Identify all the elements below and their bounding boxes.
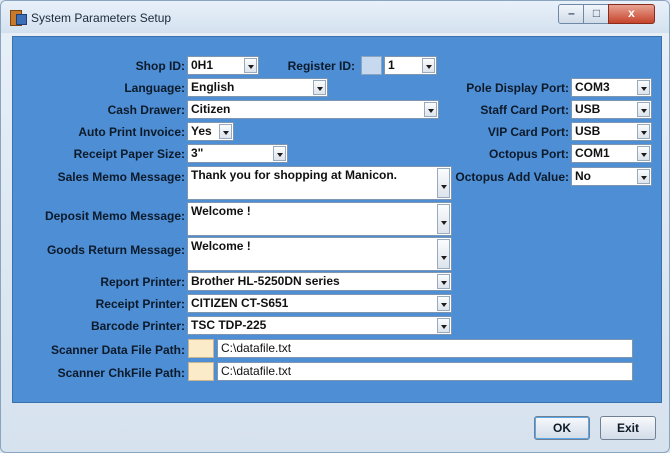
chevron-down-icon[interactable] (313, 80, 326, 95)
auto-print-invoice-label: Auto Print Invoice: (78, 125, 185, 139)
chevron-down-icon[interactable] (637, 102, 650, 117)
shop-id-value: 0H1 (191, 58, 214, 72)
register-id-label: Register ID: (287, 59, 355, 73)
exit-button[interactable]: Exit (600, 416, 656, 440)
title-bar[interactable]: System Parameters Setup – □ x (1, 1, 669, 33)
barcode-printer-value: TSC TDP-225 (191, 318, 267, 332)
system-parameters-window: System Parameters Setup – □ x Shop ID: 0… (0, 0, 670, 453)
close-button[interactable]: x (608, 4, 655, 24)
octopus-add-value-select[interactable]: No (571, 167, 652, 186)
pole-display-port-select[interactable]: COM3 (571, 78, 652, 97)
report-printer-value: Brother HL-5250DN series (191, 274, 340, 288)
barcode-printer-select[interactable]: TSC TDP-225 (187, 316, 452, 335)
chevron-down-icon[interactable] (422, 58, 435, 73)
receipt-printer-select[interactable]: CITIZEN CT-S651 (187, 294, 452, 313)
close-icon: x (628, 6, 635, 20)
ok-button[interactable]: OK (534, 416, 590, 440)
octopus-port-select[interactable]: COM1 (571, 144, 652, 163)
maximize-button[interactable]: □ (583, 4, 610, 24)
chevron-down-icon[interactable] (637, 169, 650, 184)
receipt-printer-label: Receipt Printer: (95, 297, 185, 311)
scanner-chk-path-input[interactable]: C:\datafile.txt (217, 362, 633, 381)
staff-card-port-label: Staff Card Port: (480, 103, 569, 117)
register-id-swatch[interactable] (361, 56, 382, 75)
chevron-down-icon[interactable] (219, 124, 232, 139)
cash-drawer-label: Cash Drawer: (107, 103, 185, 117)
octopus-add-value-label: Octopus Add Value: (455, 170, 569, 184)
vip-card-port-label: VIP Card Port: (487, 125, 569, 139)
scanner-data-path-label: Scanner Data File Path: (50, 343, 185, 357)
cash-drawer-select[interactable]: Citizen (187, 100, 439, 119)
auto-print-invoice-select[interactable]: Yes (187, 122, 234, 141)
goods-return-label: Goods Return Message: (46, 243, 185, 257)
pole-display-port-label: Pole Display Port: (466, 81, 569, 95)
app-icon (10, 10, 27, 26)
deposit-memo-label: Deposit Memo Message: (44, 209, 185, 223)
octopus-port-label: Octopus Port: (489, 147, 569, 161)
vip-card-port-value: USB (575, 124, 601, 138)
receipt-paper-size-value: 3" (191, 146, 204, 160)
report-printer-select[interactable]: Brother HL-5250DN series (187, 272, 452, 291)
auto-print-invoice-value: Yes (191, 124, 212, 138)
chevron-down-icon[interactable] (244, 58, 257, 73)
octopus-port-value: COM1 (575, 146, 610, 160)
shop-id-label: Shop ID: (135, 59, 185, 73)
chevron-down-icon[interactable] (637, 80, 650, 95)
caption-buttons: – □ x (558, 4, 660, 24)
chevron-down-icon[interactable] (424, 102, 437, 117)
sales-memo-textarea[interactable]: Thank you for shopping at Manicon. (187, 166, 452, 200)
octopus-add-value-value: No (575, 169, 591, 183)
window-title: System Parameters Setup (31, 11, 172, 25)
scanner-chk-path-label: Scanner ChkFile Path: (57, 366, 185, 380)
chevron-down-icon[interactable] (437, 204, 450, 234)
staff-card-port-value: USB (575, 102, 601, 116)
receipt-printer-value: CITIZEN CT-S651 (191, 296, 289, 310)
settings-panel: Shop ID: 0H1 Register ID: 1 Language: En… (12, 36, 662, 403)
chevron-down-icon[interactable] (437, 239, 450, 269)
chevron-down-icon[interactable] (637, 124, 650, 139)
deposit-memo-textarea[interactable]: Welcome ! (187, 202, 452, 236)
deposit-memo-value: Welcome ! (191, 204, 251, 218)
minimize-icon: – (568, 6, 575, 20)
pole-display-port-value: COM3 (575, 80, 610, 94)
chevron-down-icon[interactable] (437, 318, 450, 333)
language-value: English (191, 80, 235, 94)
register-id-value: 1 (388, 58, 395, 72)
shop-id-select[interactable]: 0H1 (187, 56, 259, 75)
report-printer-label: Report Printer: (100, 275, 185, 289)
vip-card-port-select[interactable]: USB (571, 122, 652, 141)
chevron-down-icon[interactable] (437, 274, 450, 289)
scanner-chk-browse-button[interactable] (188, 362, 214, 381)
goods-return-textarea[interactable]: Welcome ! (187, 237, 452, 271)
language-select[interactable]: English (187, 78, 328, 97)
scanner-data-browse-button[interactable] (188, 339, 214, 358)
language-label: Language: (124, 81, 185, 95)
scanner-data-path-value: C:\datafile.txt (221, 341, 292, 355)
scanner-chk-path-value: C:\datafile.txt (221, 364, 292, 378)
register-id-select[interactable]: 1 (384, 56, 437, 75)
receipt-paper-size-label: Receipt Paper Size: (73, 147, 185, 161)
barcode-printer-label: Barcode Printer: (90, 319, 185, 333)
chevron-down-icon[interactable] (637, 146, 650, 161)
minimize-button[interactable]: – (558, 4, 585, 24)
maximize-icon: □ (592, 6, 601, 20)
sales-memo-value: Thank you for shopping at Manicon. (191, 168, 397, 182)
cash-drawer-value: Citizen (191, 102, 231, 116)
chevron-down-icon[interactable] (273, 146, 286, 161)
chevron-down-icon[interactable] (437, 296, 450, 311)
scanner-data-path-input[interactable]: C:\datafile.txt (217, 339, 633, 358)
receipt-paper-size-select[interactable]: 3" (187, 144, 288, 163)
goods-return-value: Welcome ! (191, 239, 251, 253)
staff-card-port-select[interactable]: USB (571, 100, 652, 119)
sales-memo-label: Sales Memo Message: (57, 170, 185, 184)
